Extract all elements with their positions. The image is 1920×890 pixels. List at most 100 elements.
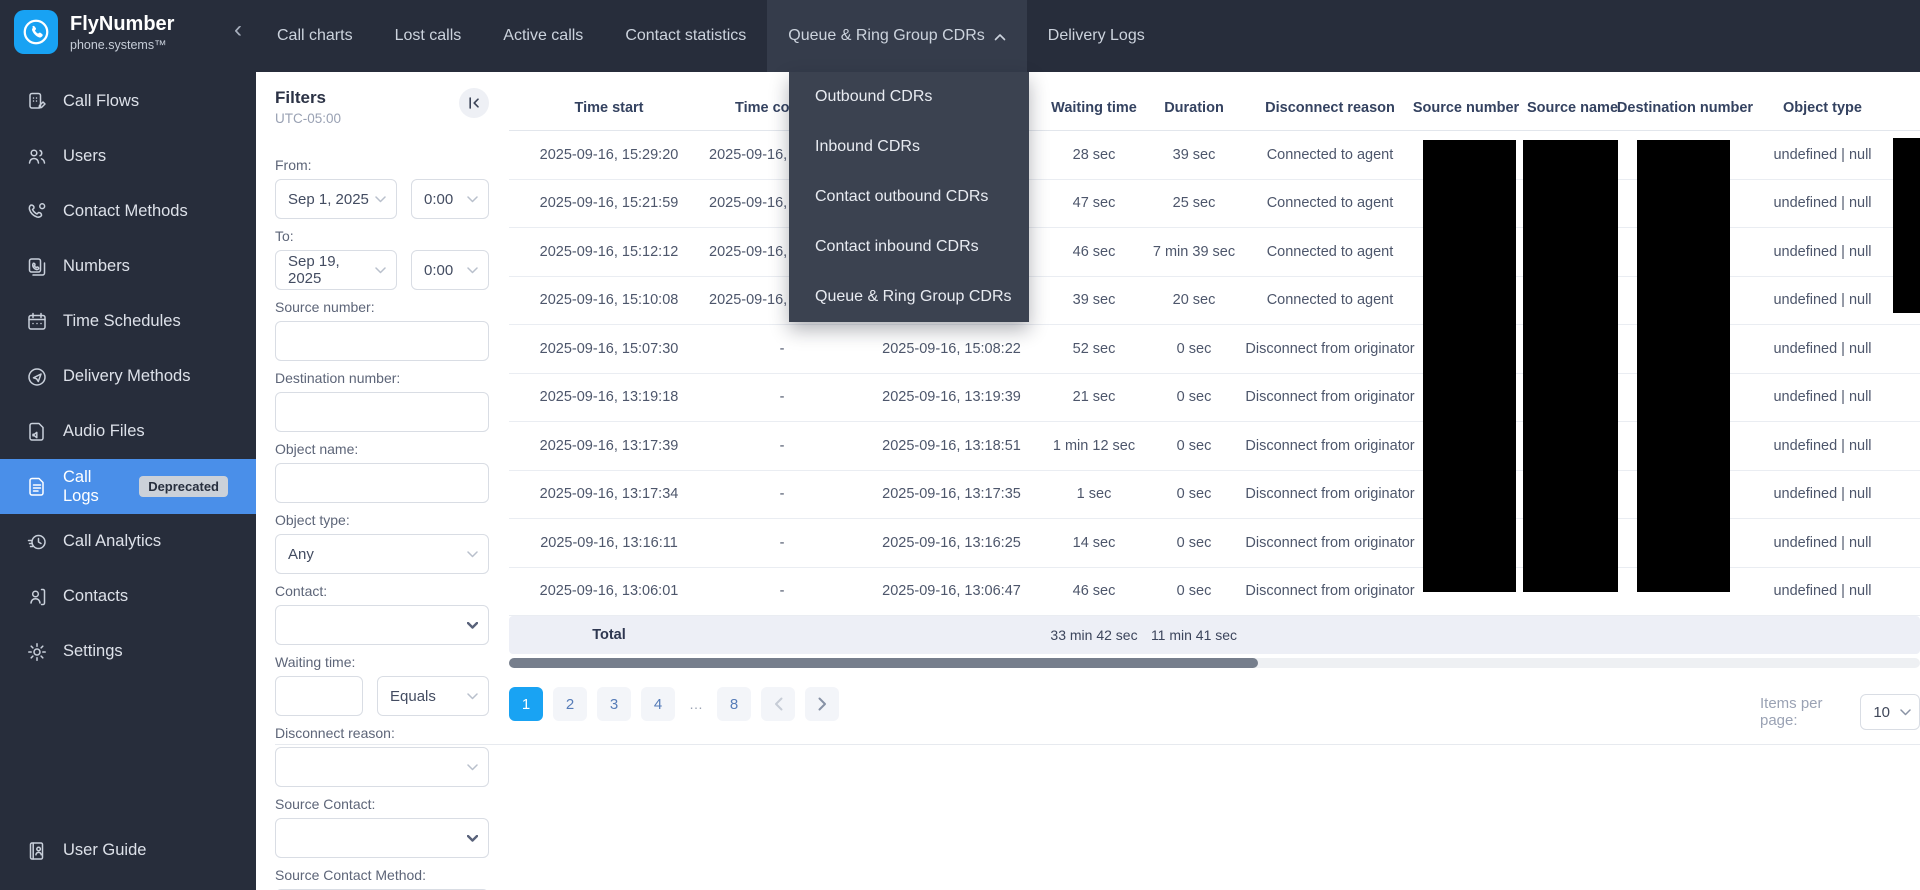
user-guide-icon bbox=[26, 840, 48, 862]
source-number-input[interactable] bbox=[275, 321, 489, 361]
time-schedules-icon bbox=[26, 311, 48, 333]
contact-select[interactable] bbox=[275, 605, 489, 645]
source-number-label: Source number: bbox=[275, 299, 489, 315]
contacts-icon bbox=[26, 586, 48, 608]
flynumber-logo-icon bbox=[14, 10, 58, 54]
sidebar-item-contact-methods[interactable]: Contact Methods bbox=[0, 184, 256, 239]
column-header-disconnect: Disconnect reason bbox=[1248, 86, 1412, 130]
redaction-box bbox=[1893, 138, 1920, 313]
sidebar-item-label: Call Flows bbox=[63, 92, 139, 111]
sidebar-collapse-icon[interactable]: ‹ bbox=[234, 18, 242, 42]
cell-time_start: 2025-09-16, 15:10:08 bbox=[509, 277, 709, 325]
source-contact-select[interactable] bbox=[275, 818, 489, 858]
nav-item-call-charts[interactable]: Call charts bbox=[256, 0, 374, 72]
pagination-page-2[interactable]: 2 bbox=[553, 687, 587, 721]
sidebar-item-contacts[interactable]: Contacts bbox=[0, 569, 256, 624]
menu-item-outbound-cdrs[interactable]: Outbound CDRs bbox=[789, 72, 1029, 122]
table-header-row: Time startTime connectedWaiting timeDura… bbox=[509, 86, 1920, 131]
pagination-page-8[interactable]: 8 bbox=[717, 687, 751, 721]
pagination-page-4[interactable]: 4 bbox=[641, 687, 675, 721]
sidebar: FlyNumber phone.systems™ ‹ Call Flows Use… bbox=[0, 0, 256, 890]
cell-waiting: 47 sec bbox=[1048, 180, 1140, 228]
chevron-down-icon bbox=[375, 196, 386, 203]
filters-collapse-button[interactable] bbox=[459, 88, 489, 118]
cell-disconnect: Disconnect from originator bbox=[1248, 519, 1412, 567]
waiting-time-operator-value: Equals bbox=[390, 688, 436, 705]
cell-object_type: undefined | null bbox=[1745, 277, 1900, 325]
to-time-select[interactable]: 0:00 bbox=[411, 250, 489, 290]
menu-item-inbound-cdrs[interactable]: Inbound CDRs bbox=[789, 122, 1029, 172]
pagination-next-button[interactable] bbox=[805, 687, 839, 721]
sidebar-item-numbers[interactable]: Numbers bbox=[0, 239, 256, 294]
cell-time_connected: - bbox=[709, 471, 855, 519]
object-type-value: Any bbox=[288, 546, 314, 563]
divider bbox=[275, 744, 1920, 745]
cell-object_type: undefined | null bbox=[1745, 422, 1900, 470]
object-name-input[interactable] bbox=[275, 463, 489, 503]
table-total-row: Total 33 min 42 sec 11 min 41 sec bbox=[509, 616, 1920, 654]
chevron-down-icon bbox=[375, 267, 386, 274]
sidebar-item-users[interactable]: Users bbox=[0, 129, 256, 184]
object-type-select[interactable]: Any bbox=[275, 534, 489, 574]
sidebar-item-call-flows[interactable]: Call Flows bbox=[0, 74, 256, 129]
from-date-select[interactable]: Sep 1, 2025 bbox=[275, 179, 397, 219]
cell-contact bbox=[1900, 471, 1920, 519]
nav-item-delivery-logs[interactable]: Delivery Logs bbox=[1027, 0, 1166, 72]
destination-number-input[interactable] bbox=[275, 392, 489, 432]
cell-waiting: 28 sec bbox=[1048, 131, 1140, 179]
total-duration: 11 min 41 sec bbox=[1140, 627, 1248, 643]
cell-duration: 0 sec bbox=[1140, 325, 1248, 373]
from-time-value: 0:00 bbox=[424, 191, 453, 208]
cell-time_start: 2025-09-16, 15:21:59 bbox=[509, 180, 709, 228]
nav-item-active-calls[interactable]: Active calls bbox=[482, 0, 604, 72]
sidebar-item-call-logs[interactable]: Call LogsDeprecated bbox=[0, 459, 256, 514]
cell-disconnect: Disconnect from originator bbox=[1248, 325, 1412, 373]
sidebar-item-user-guide[interactable]: User Guide bbox=[0, 823, 256, 878]
sidebar-item-label: Contacts bbox=[63, 587, 128, 606]
sidebar-item-delivery-methods[interactable]: Delivery Methods bbox=[0, 349, 256, 404]
waiting-time-input[interactable] bbox=[275, 676, 363, 716]
pagination-prev-button[interactable] bbox=[761, 687, 795, 721]
brand: FlyNumber phone.systems™ bbox=[70, 10, 174, 52]
to-date-select[interactable]: Sep 19, 2025 bbox=[275, 250, 397, 290]
redaction-box bbox=[1423, 140, 1516, 592]
sidebar-item-time-schedules[interactable]: Time Schedules bbox=[0, 294, 256, 349]
nav-item-contact-statistics[interactable]: Contact statistics bbox=[604, 0, 767, 72]
cell-time_start: 2025-09-16, 13:17:39 bbox=[509, 422, 709, 470]
pagination-page-1[interactable]: 1 bbox=[509, 687, 543, 721]
nav-item-label: Call charts bbox=[277, 27, 353, 45]
from-time-select[interactable]: 0:00 bbox=[411, 179, 489, 219]
to-label: To: bbox=[275, 228, 489, 244]
cell-object_type: undefined | null bbox=[1745, 325, 1900, 373]
waiting-time-operator-select[interactable]: Equals bbox=[377, 676, 489, 716]
cell-duration: 20 sec bbox=[1140, 277, 1248, 325]
horizontal-scrollbar[interactable] bbox=[509, 658, 1920, 668]
cell-time_start: 2025-09-16, 13:19:18 bbox=[509, 374, 709, 422]
cell-duration: 0 sec bbox=[1140, 471, 1248, 519]
menu-item-queue-ring-group-cdrs[interactable]: Queue & Ring Group CDRs bbox=[789, 272, 1029, 322]
sidebar-item-label: Contact Methods bbox=[63, 202, 188, 221]
sidebar-header: FlyNumber phone.systems™ ‹ bbox=[0, 0, 256, 62]
sidebar-item-settings[interactable]: Settings bbox=[0, 624, 256, 679]
chevron-down-icon bbox=[467, 764, 478, 771]
cell-waiting: 39 sec bbox=[1048, 277, 1140, 325]
scrollbar-thumb[interactable] bbox=[509, 658, 1258, 668]
cell-time_start: 2025-09-16, 15:29:20 bbox=[509, 131, 709, 179]
cell-disconnect: Disconnect from originator bbox=[1248, 422, 1412, 470]
pagination-ellipsis: … bbox=[685, 696, 707, 712]
menu-item-contact-inbound-cdrs[interactable]: Contact inbound CDRs bbox=[789, 222, 1029, 272]
sidebar-item-audio-files[interactable]: Audio Files bbox=[0, 404, 256, 459]
brand-name: FlyNumber bbox=[70, 12, 174, 37]
cell-object_type: undefined | null bbox=[1745, 228, 1900, 276]
object-name-label: Object name: bbox=[275, 441, 489, 457]
cell-disconnect: Disconnect from originator bbox=[1248, 374, 1412, 422]
cell-object_type: undefined | null bbox=[1745, 180, 1900, 228]
pagination-page-3[interactable]: 3 bbox=[597, 687, 631, 721]
cell-time_start: 2025-09-16, 15:12:12 bbox=[509, 228, 709, 276]
menu-item-contact-outbound-cdrs[interactable]: Contact outbound CDRs bbox=[789, 172, 1029, 222]
disconnect-reason-select[interactable] bbox=[275, 747, 489, 787]
nav-item-lost-calls[interactable]: Lost calls bbox=[374, 0, 483, 72]
nav-item-queue-ring-group-cdrs[interactable]: Queue & Ring Group CDRs bbox=[767, 0, 1027, 72]
items-per-page-select[interactable]: 10 bbox=[1860, 694, 1920, 730]
sidebar-item-call-analytics[interactable]: Call Analytics bbox=[0, 514, 256, 569]
